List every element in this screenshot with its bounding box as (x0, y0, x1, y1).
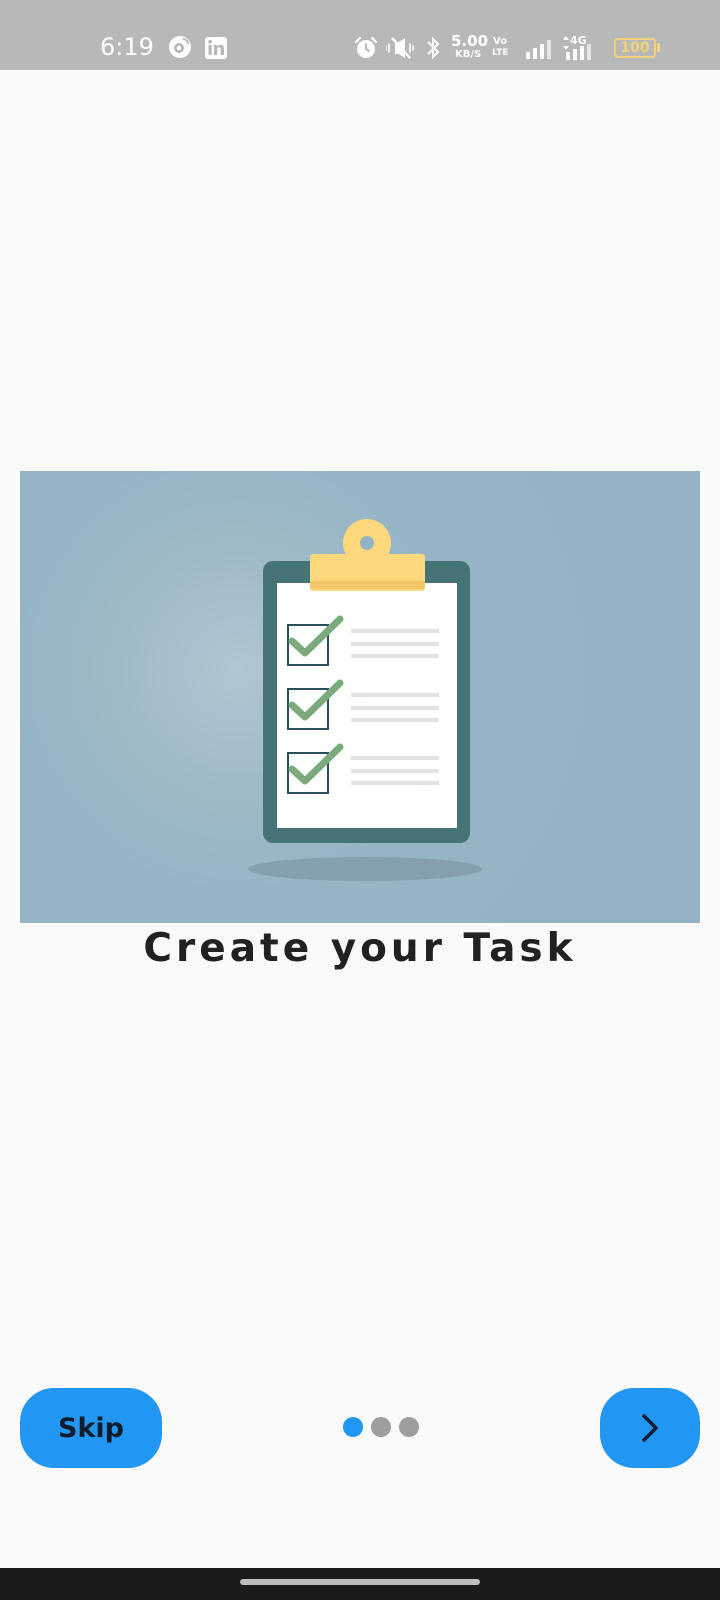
weibo-icon (169, 36, 191, 58)
signal-icon (566, 44, 591, 60)
signal-icon (526, 40, 551, 59)
next-button[interactable] (600, 1388, 700, 1468)
home-gesture-handle[interactable] (240, 1579, 480, 1585)
onboarding-title: Create your Task (143, 926, 577, 971)
clipboard-checklist-illustration (20, 471, 700, 923)
volte-bottom: LTE (492, 48, 509, 58)
clipboard-illustration-svg (248, 519, 482, 881)
page-dot-1[interactable] (343, 1417, 363, 1437)
page-dot-3[interactable] (399, 1417, 419, 1437)
linkedin-icon (205, 37, 227, 59)
skip-button[interactable]: Skip (20, 1388, 162, 1468)
alarm-icon (354, 36, 378, 58)
battery-icon: 100 (614, 38, 656, 58)
net-speed-unit: KB/S (455, 49, 482, 60)
page-dot-2[interactable] (371, 1417, 391, 1437)
volte-top: Vo (493, 36, 508, 47)
net-speed-value: 5.00 (451, 32, 489, 50)
mute-icon (386, 37, 414, 59)
status-bar: 6:19 5.00 KB/S Vo LTE 4G 100 (0, 0, 720, 70)
page-indicator (343, 1417, 419, 1437)
system-navigation-bar (0, 1568, 720, 1600)
bluetooth-icon (427, 36, 440, 60)
battery-level: 100 (620, 40, 650, 56)
battery-tip (657, 43, 660, 52)
status-time: 6:19 (100, 33, 154, 61)
chevron-right-icon (642, 1414, 658, 1442)
